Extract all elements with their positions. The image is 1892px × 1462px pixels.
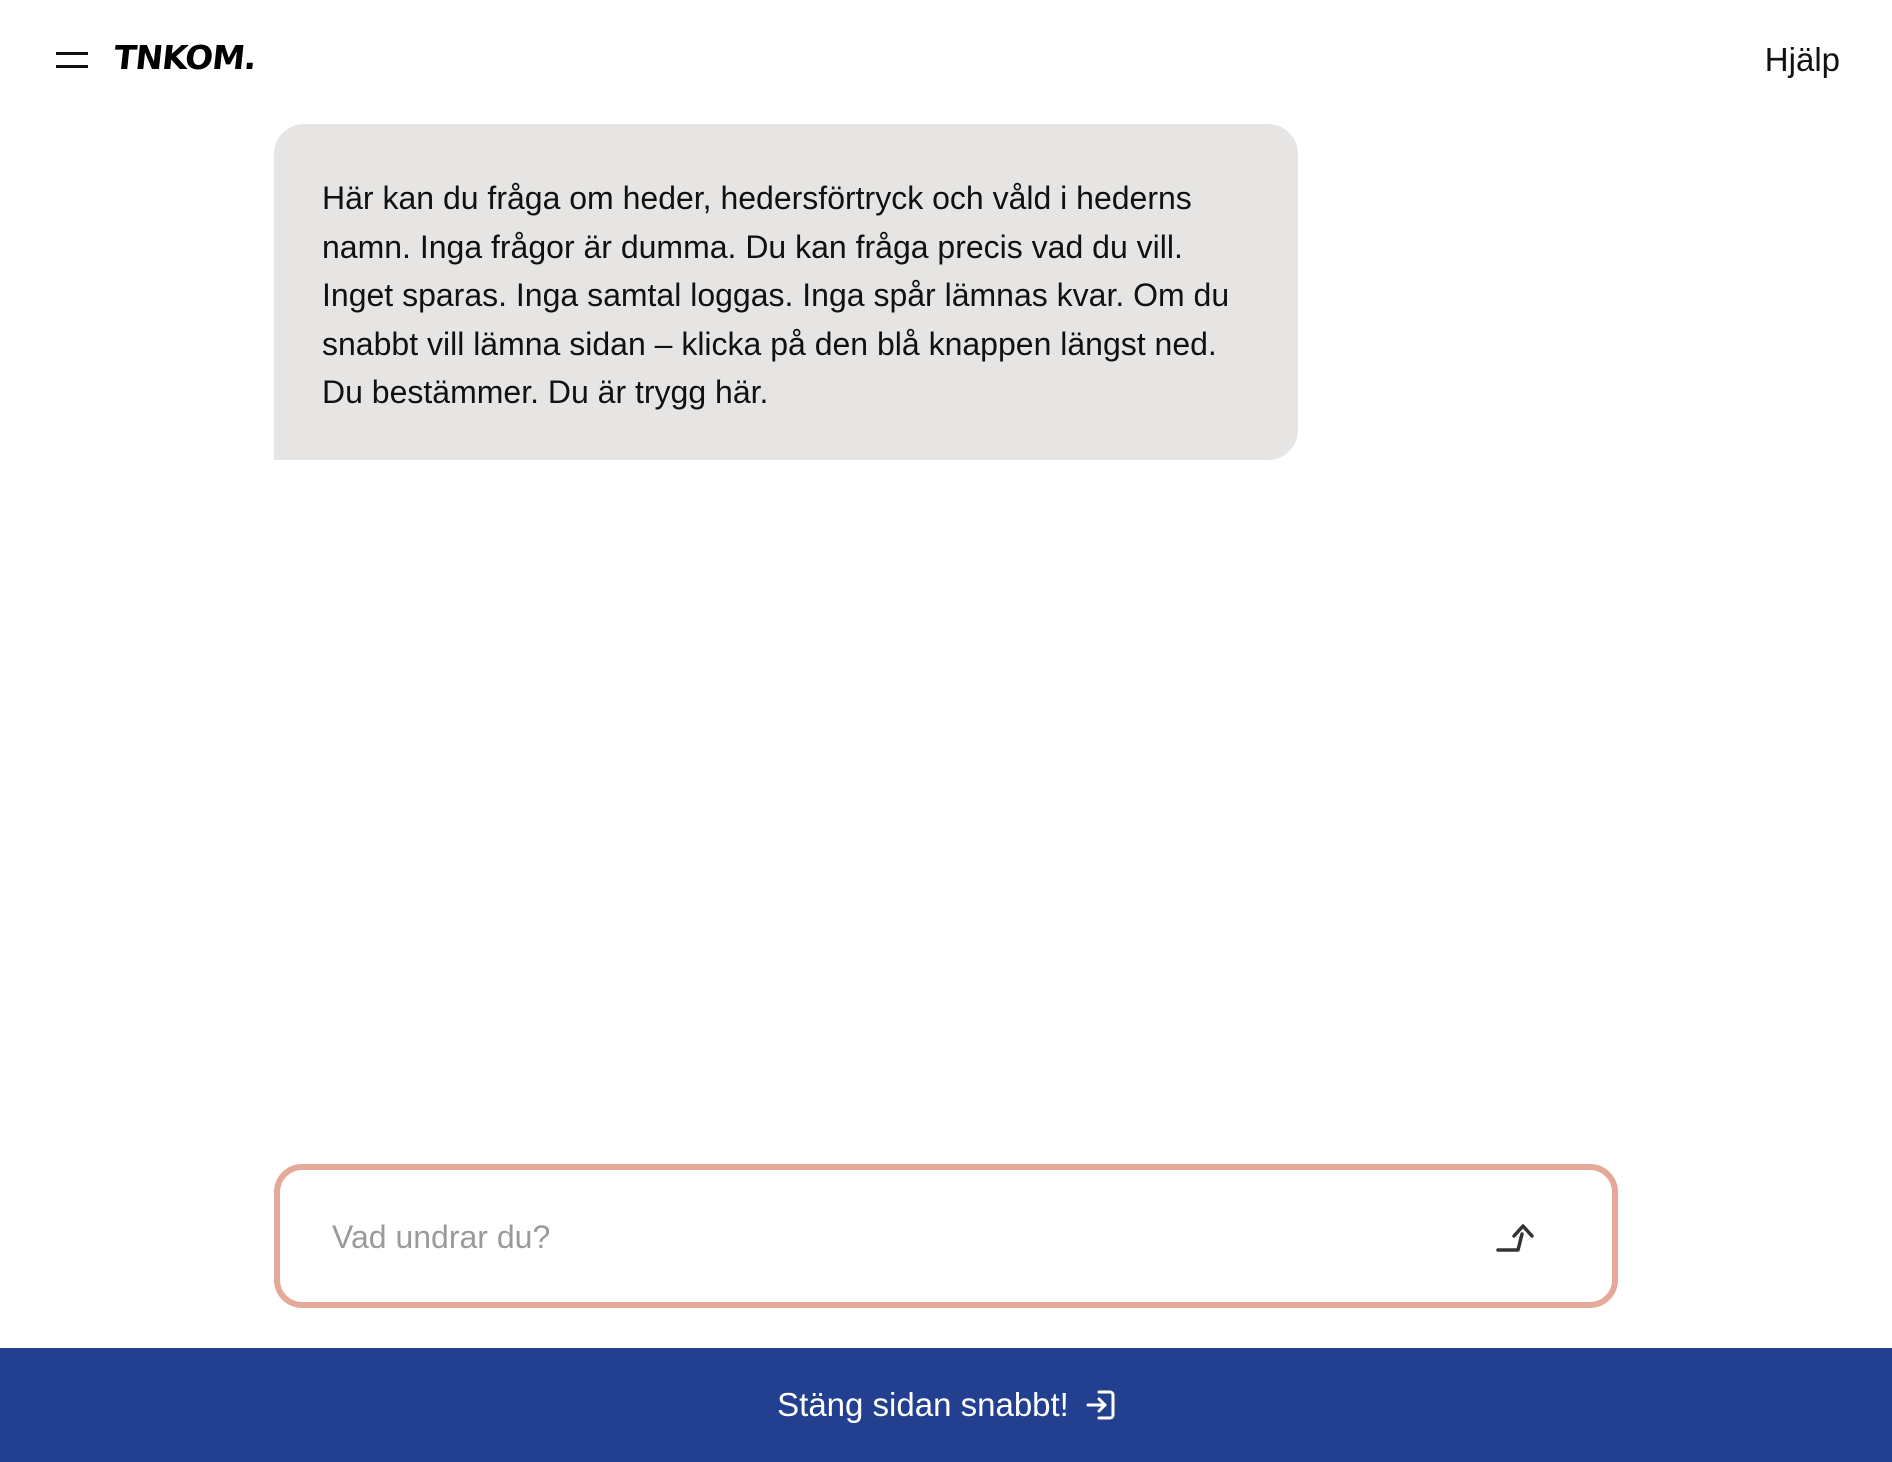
chat-input[interactable]	[330, 1190, 1434, 1284]
quick-exit-label: Stäng sidan snabbt!	[777, 1386, 1069, 1423]
chat-input-box	[274, 1164, 1618, 1308]
chat-page: TNKOM. Hjälp Här kan du fråga om heder, …	[0, 0, 1892, 1462]
assistant-message-text: Här kan du fråga om heder, hedersförtryc…	[322, 180, 1230, 410]
logo[interactable]: TNKOM.	[112, 38, 258, 78]
help-link[interactable]: Hjälp	[1765, 36, 1840, 84]
top-bar: TNKOM. Hjälp	[0, 0, 1892, 120]
menu-button[interactable]	[48, 42, 96, 78]
send-arrow-icon	[1492, 1214, 1540, 1258]
hamburger-icon	[48, 42, 96, 78]
quick-exit-button[interactable]: Stäng sidan snabbt!	[0, 1348, 1892, 1462]
assistant-message-bubble: Här kan du fråga om heder, hedersförtryc…	[274, 124, 1298, 460]
exit-icon	[1085, 1389, 1115, 1421]
send-button[interactable]	[1492, 1214, 1540, 1258]
